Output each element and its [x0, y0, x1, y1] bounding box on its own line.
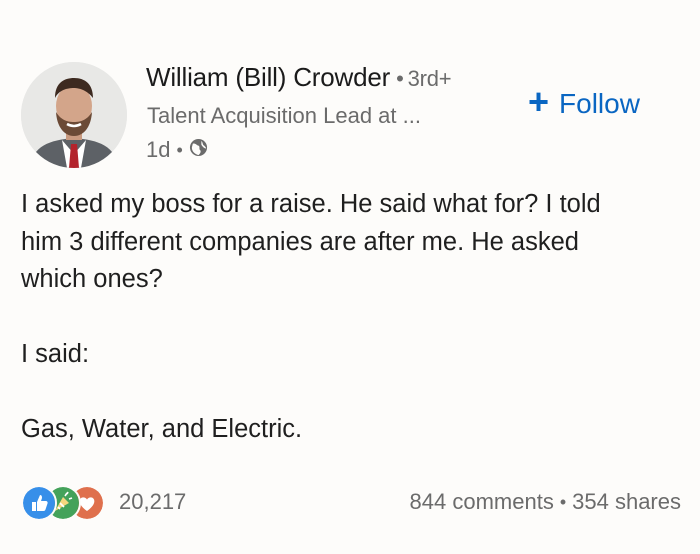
post-text-line: I said:	[21, 340, 90, 368]
follow-button[interactable]: + Follow	[528, 81, 640, 122]
social-counts: 20,217 844 comments • 354 shares	[21, 485, 681, 521]
connection-degree: 3rd+	[407, 66, 452, 91]
like-icon	[21, 485, 57, 521]
post-time: 1d	[146, 137, 171, 162]
author-avatar[interactable]	[21, 62, 127, 168]
separator-dot: •	[396, 66, 404, 91]
author-line: William (Bill) Crowder • 3rd+	[146, 62, 452, 93]
reaction-count: 20,217	[119, 489, 187, 514]
post-text-line: him 3 different companies are after me. …	[21, 227, 579, 256]
follow-label: Follow	[559, 88, 640, 119]
reaction-icons	[21, 485, 107, 521]
separator-dot: •	[176, 139, 183, 160]
linkedin-post: William (Bill) Crowder • 3rd+ Talent Acqui…	[0, 0, 700, 554]
avatar-photo	[21, 62, 127, 168]
author-headline: Talent Acquisition Lead at ...	[147, 103, 421, 128]
globe-icon	[189, 137, 208, 163]
post-text-line: Gas, Water, and Electric.	[21, 415, 303, 443]
separator-dot: •	[559, 491, 567, 512]
reactions-summary[interactable]: 20,217	[21, 485, 187, 521]
comments-count[interactable]: 844 comments	[410, 489, 554, 515]
post-text-line: which ones?	[21, 265, 163, 293]
plus-icon: +	[528, 81, 550, 122]
engagement-counts: 844 comments • 354 shares	[410, 489, 681, 515]
post-meta: 1d •	[146, 137, 208, 163]
post-text-line: I asked my boss for a raise. He said wha…	[21, 190, 601, 218]
shares-count[interactable]: 354 shares	[572, 489, 681, 515]
author-name[interactable]: William (Bill) Crowder	[146, 62, 390, 92]
post-body: I asked my boss for a raise. He said wha…	[21, 186, 691, 449]
